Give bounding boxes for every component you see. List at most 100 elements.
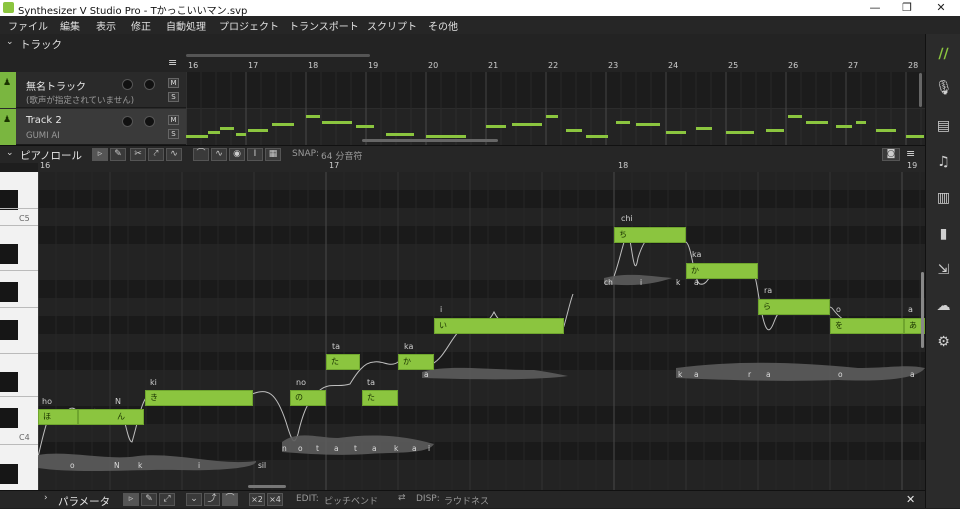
select-tool-icon[interactable]: ▹ [92, 148, 108, 161]
note[interactable]: た [362, 390, 398, 406]
black-key[interactable] [0, 190, 18, 210]
close-panel-button[interactable]: ✕ [906, 493, 915, 506]
menu-other[interactable]: その他 [428, 18, 458, 33]
timeline-scrollbar[interactable] [362, 139, 498, 142]
black-key[interactable] [0, 372, 18, 392]
piano-keyboard[interactable]: C5 C4 [0, 172, 38, 490]
note[interactable]: た [326, 354, 360, 370]
pan-knob[interactable] [144, 79, 155, 90]
black-key[interactable] [0, 282, 18, 302]
note[interactable]: ち [614, 227, 686, 243]
vertical-scrollbar[interactable] [919, 73, 922, 107]
menu-modify[interactable]: 修正 [131, 18, 151, 33]
key-divider [0, 353, 38, 354]
expand-chevron-icon[interactable]: › [44, 493, 48, 503]
black-key[interactable] [0, 244, 18, 264]
pen-tool-icon[interactable]: ✎ [110, 148, 126, 161]
select-tool-icon[interactable]: ▹ [123, 493, 139, 506]
keyboard-icon[interactable]: ▦ [265, 148, 281, 161]
maximize-button[interactable]: ❐ [892, 0, 922, 16]
track-menu-icon[interactable]: ≡ [168, 56, 177, 69]
zoom-x2-button[interactable]: ×2 [249, 493, 265, 506]
piano-roll-menu-icon[interactable]: ≡ [906, 147, 915, 160]
book-icon[interactable]: ▮ [935, 226, 952, 243]
phoneme: a [766, 370, 771, 379]
swap-icon[interactable]: ⇄ [398, 493, 406, 503]
note[interactable]: ん [78, 409, 144, 425]
curve-smooth-icon[interactable]: ⌒ [222, 493, 238, 506]
volume-knob[interactable] [122, 116, 133, 127]
camera-icon[interactable]: ◙ [882, 148, 900, 161]
note[interactable]: ら [758, 299, 830, 315]
clapperboard-icon[interactable]: ▤ [935, 118, 952, 135]
settings-gear-icon[interactable]: ⚙ [935, 334, 952, 351]
menu-view[interactable]: 表示 [96, 18, 116, 33]
bar-label: 19 [368, 61, 379, 70]
collapse-chevron-icon[interactable]: ⌄ [6, 148, 14, 158]
menu-edit[interactable]: 編集 [60, 18, 80, 33]
cloud-icon[interactable]: ☁ [935, 298, 952, 315]
edit-value[interactable]: ピッチベンド [324, 494, 378, 507]
pitch-tool-icon[interactable]: ⤤ [148, 148, 164, 161]
track-row[interactable]: ♟ 無名トラック (歌声が指定されていません) M S [0, 72, 186, 108]
menu-file[interactable]: ファイル [8, 18, 48, 33]
pen-tool-icon[interactable]: ✎ [141, 493, 157, 506]
close-window-button[interactable]: ✕ [926, 0, 956, 16]
show-audio-icon[interactable]: ◉ [229, 148, 245, 161]
curve-up-icon[interactable]: ⤴ [204, 493, 220, 506]
menu-script[interactable]: スクリプト [367, 18, 417, 33]
solo-button[interactable]: S [168, 92, 179, 102]
menu-auto[interactable]: 自動処理 [166, 18, 206, 33]
music-note-icon[interactable]: ♫ [935, 154, 952, 171]
show-waveform-icon[interactable]: ∿ [211, 148, 227, 161]
vibrato-tool-icon[interactable]: ∿ [166, 148, 182, 161]
track-name[interactable]: 無名トラック [26, 78, 86, 93]
phoneme: k [394, 444, 399, 453]
mini-note [386, 133, 414, 136]
menu-project[interactable]: プロジェクト [219, 18, 279, 33]
menu-transport[interactable]: トランスポート [289, 18, 359, 33]
show-phonemes-icon[interactable]: Ⅰ [247, 148, 263, 161]
solo-button[interactable]: S [168, 129, 179, 139]
scissors-tool-icon[interactable]: ✂ [130, 148, 146, 161]
minimize-button[interactable]: — [860, 0, 890, 16]
person-icon: ♟ [3, 78, 12, 88]
mini-note [426, 135, 466, 138]
zoom-x4-button[interactable]: ×4 [267, 493, 283, 506]
track-row[interactable]: ♟ Track 2 GUMI AI M S [0, 109, 186, 145]
curve-down-icon[interactable]: ⌄ [186, 493, 202, 506]
note[interactable]: の [290, 390, 326, 406]
note[interactable]: か [398, 354, 434, 370]
black-key[interactable] [0, 464, 18, 484]
mini-note [586, 135, 608, 138]
piano-roll-grid[interactable]: ho ほ N ん ki き no の ta た ta た ka か i い ch… [38, 172, 925, 490]
piano-roll-header: ⌄ ピアノロール ▹ ✎ ✂ ⤤ ∿ ⌒ ∿ ◉ Ⅰ ▦ SNAP: 64 分音… [0, 145, 925, 163]
collapse-chevron-icon[interactable]: ⌄ [6, 37, 14, 47]
note[interactable]: い [434, 318, 564, 334]
vertical-scrollbar[interactable] [921, 272, 924, 348]
track-timeline[interactable]: 16 17 18 19 20 21 22 23 24 25 26 27 28 [186, 53, 925, 145]
volume-knob[interactable] [122, 79, 133, 90]
mute-button[interactable]: M [168, 115, 179, 125]
microphone-icon[interactable]: 🎙 [935, 80, 953, 97]
note[interactable]: を [830, 318, 904, 334]
pan-knob[interactable] [144, 116, 155, 127]
phoneme: i [640, 278, 643, 287]
piano-roll-ruler[interactable]: 16 17 18 19 [38, 161, 925, 172]
note[interactable]: き [145, 390, 253, 406]
black-key[interactable] [0, 320, 18, 340]
note[interactable]: か [686, 263, 758, 279]
note[interactable]: ほ [38, 409, 78, 425]
export-icon[interactable]: ⇲ [935, 262, 952, 279]
mute-button[interactable]: M [168, 78, 179, 88]
horizontal-scrollbar[interactable] [248, 485, 286, 488]
horizontal-scrollbar[interactable] [186, 54, 370, 57]
snap-value[interactable]: 64 分音符 [321, 149, 362, 162]
mini-note [766, 129, 784, 132]
disp-value[interactable]: ラウドネス [444, 494, 489, 507]
library-icon[interactable]: ▥ [935, 190, 952, 207]
line-tool-icon[interactable]: ⤢ [159, 493, 175, 506]
show-pitch-curve-icon[interactable]: ⌒ [193, 148, 209, 161]
black-key[interactable] [0, 408, 18, 428]
track-name[interactable]: Track 2 [26, 115, 62, 126]
